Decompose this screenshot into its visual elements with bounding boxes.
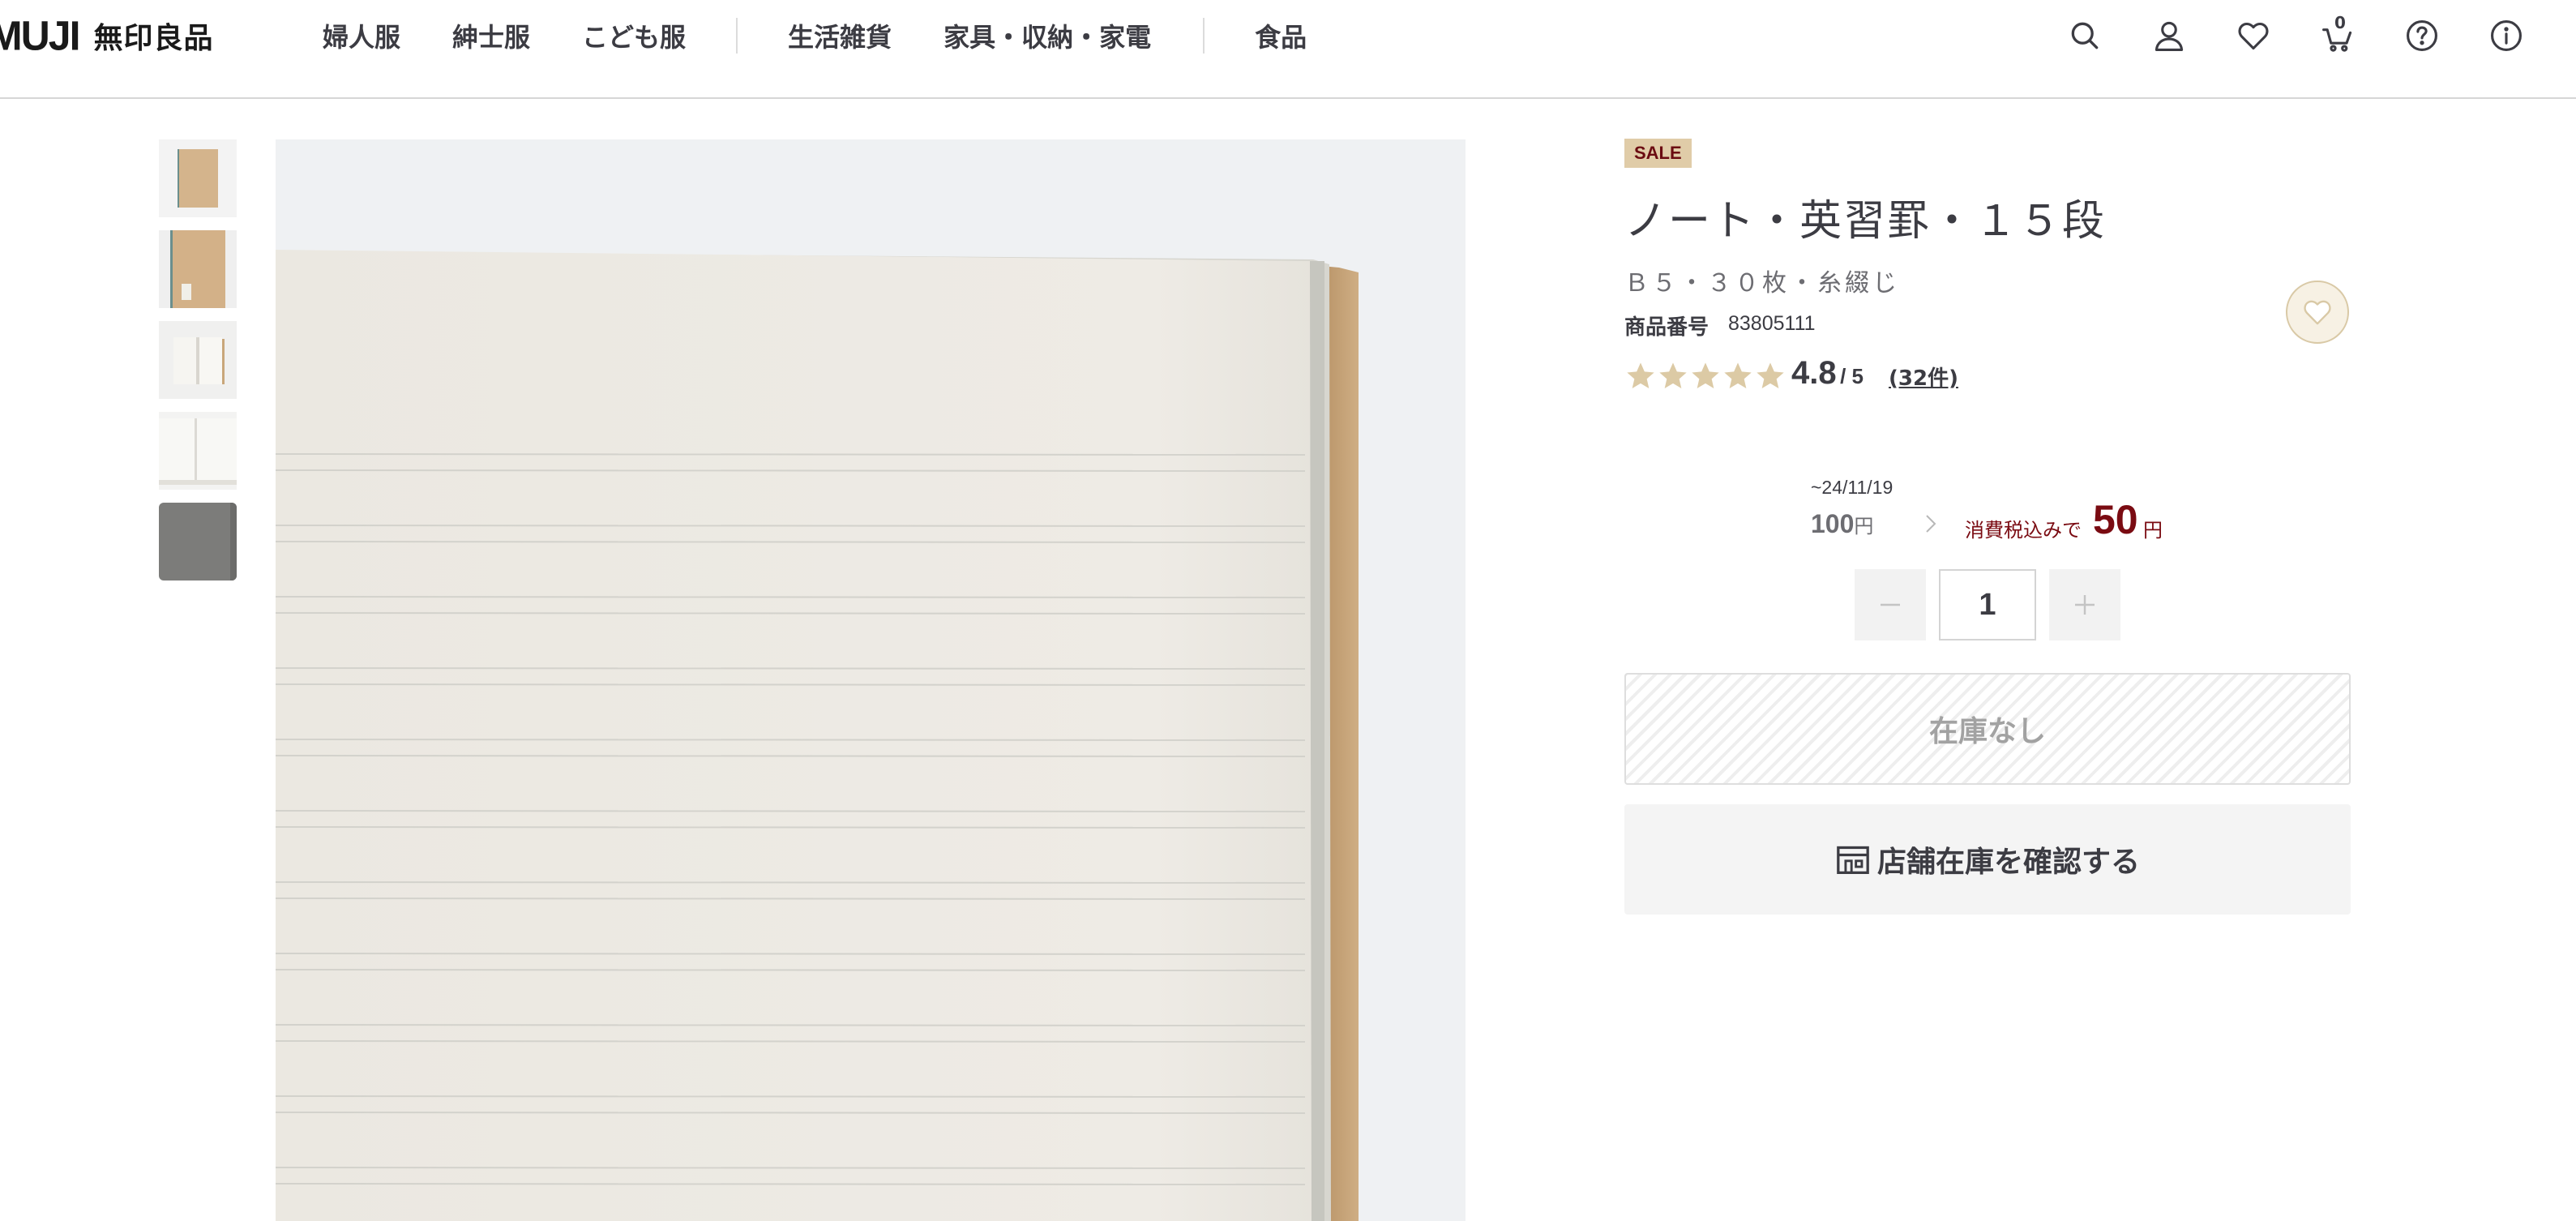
heart-icon — [2304, 300, 2331, 325]
review-count-link[interactable]: (32件) — [1889, 362, 1958, 392]
nav-mens[interactable]: 紳士服 — [452, 17, 530, 54]
cart-icon[interactable]: 0 — [2317, 13, 2359, 57]
star-icon — [1659, 362, 1687, 388]
ruled-line — [276, 1095, 1306, 1098]
ruled-line — [276, 525, 1306, 527]
ruled-line — [276, 1112, 1306, 1114]
sale-badge: SALE — [1624, 139, 1692, 168]
thumbnail-4[interactable] — [159, 412, 237, 490]
main-nav: 婦人服 紳士服 こども服 生活雑貨 家具・収納・家電 食品 — [323, 15, 1307, 57]
chevron-right-icon — [1926, 515, 1936, 533]
sku-label: 商品番号 — [1624, 315, 1709, 340]
nav-furniture[interactable]: 家具・収納・家電 — [944, 17, 1151, 54]
rating-max: / 5 — [1840, 364, 1864, 388]
star-icon — [1627, 362, 1654, 388]
ruled-line — [276, 1167, 1306, 1169]
quantity-increase-button[interactable] — [2049, 569, 2120, 640]
nav-food[interactable]: 食品 — [1255, 17, 1307, 54]
heart-icon[interactable] — [2232, 15, 2274, 57]
check-store-stock-button[interactable]: 店舗在庫を確認する — [1624, 804, 2351, 915]
out-of-stock-label: 在庫なし — [1928, 715, 2046, 748]
ruled-line — [276, 612, 1306, 615]
tax-included-label: 消費税込みで — [1965, 519, 2082, 542]
product-subtitle: Ｂ５・３０枚・糸綴じ — [1624, 269, 1900, 298]
quantity-decrease-button[interactable] — [1855, 569, 1926, 640]
ruled-line — [276, 881, 1306, 884]
ruled-line — [276, 739, 1306, 741]
sale-period: ~24/11/19 — [1811, 477, 1893, 498]
thumbnail-2[interactable] — [159, 230, 237, 308]
product-title: ノート・英習罫・１５段 — [1624, 197, 2107, 246]
product-main-image — [276, 139, 1466, 1221]
rating-score: 4.8 — [1791, 355, 1837, 391]
original-price-value: 100 — [1811, 509, 1855, 538]
nav-divider — [736, 18, 738, 54]
help-icon[interactable] — [2401, 15, 2443, 57]
ruled-line — [276, 683, 1306, 686]
open-notebook-side-image — [159, 412, 237, 490]
ruled-line — [276, 810, 1306, 812]
muji-logo[interactable]: MUJI 無印良品 — [0, 12, 214, 58]
ruled-line — [276, 1024, 1306, 1026]
open-notebook-image — [159, 321, 237, 399]
ruled-line — [276, 596, 1306, 598]
star-icon — [1724, 362, 1752, 388]
kraft-cover-front-image — [159, 139, 237, 217]
minus-icon — [1881, 603, 1900, 606]
ruled-line — [276, 898, 1306, 900]
ruled-line — [276, 1040, 1306, 1043]
check-store-stock-label: 店舗在庫を確認する — [1876, 846, 2140, 879]
ruled-line — [276, 1183, 1306, 1185]
thumbnail-3[interactable] — [159, 321, 237, 399]
cart-count: 0 — [2334, 13, 2346, 32]
star-icon — [1757, 362, 1784, 388]
store-icon — [1837, 846, 1869, 874]
logo-en: MUJI — [0, 12, 80, 59]
sale-price-currency: 円 — [2143, 519, 2163, 542]
ruled-line — [276, 469, 1306, 472]
nav-kids[interactable]: こども服 — [582, 17, 686, 54]
out-of-stock-button[interactable]: 在庫なし — [1624, 673, 2351, 785]
original-price-currency: 円 — [1854, 515, 1874, 538]
site-header: MUJI 無印良品 婦人服 紳士服 こども服 生活雑貨 家具・収納・家電 食品 … — [0, 0, 2576, 99]
search-icon[interactable] — [2064, 15, 2106, 57]
nav-womens[interactable]: 婦人服 — [323, 17, 400, 54]
star-icon — [1692, 362, 1719, 388]
ruled-line — [276, 453, 1306, 456]
sku-value: 83805111 — [1728, 312, 1816, 335]
thumbnail-5[interactable] — [159, 503, 237, 581]
notebook-photo — [276, 139, 1466, 1221]
info-icon[interactable] — [2485, 15, 2527, 57]
nav-household[interactable]: 生活雑貨 — [788, 17, 892, 54]
account-icon[interactable] — [2148, 15, 2190, 57]
gray-cover-image — [159, 503, 237, 581]
favorite-button[interactable] — [2286, 281, 2349, 344]
original-price: 100円 — [1811, 509, 1873, 539]
kraft-cover-label-image — [159, 230, 237, 308]
ruled-line — [276, 826, 1306, 829]
nav-divider — [1203, 18, 1205, 54]
logo-ja: 無印良品 — [93, 22, 214, 55]
sale-price-value: 50 — [2093, 497, 2138, 542]
ruled-line — [276, 667, 1306, 670]
rating-value: 4.8 / 5 — [1791, 355, 1864, 392]
thumbnail-1[interactable] — [159, 139, 237, 217]
ruled-line — [276, 953, 1306, 955]
quantity-input[interactable] — [1939, 569, 2036, 640]
plus-icon — [2075, 595, 2095, 615]
rating-stars — [1624, 360, 1787, 392]
